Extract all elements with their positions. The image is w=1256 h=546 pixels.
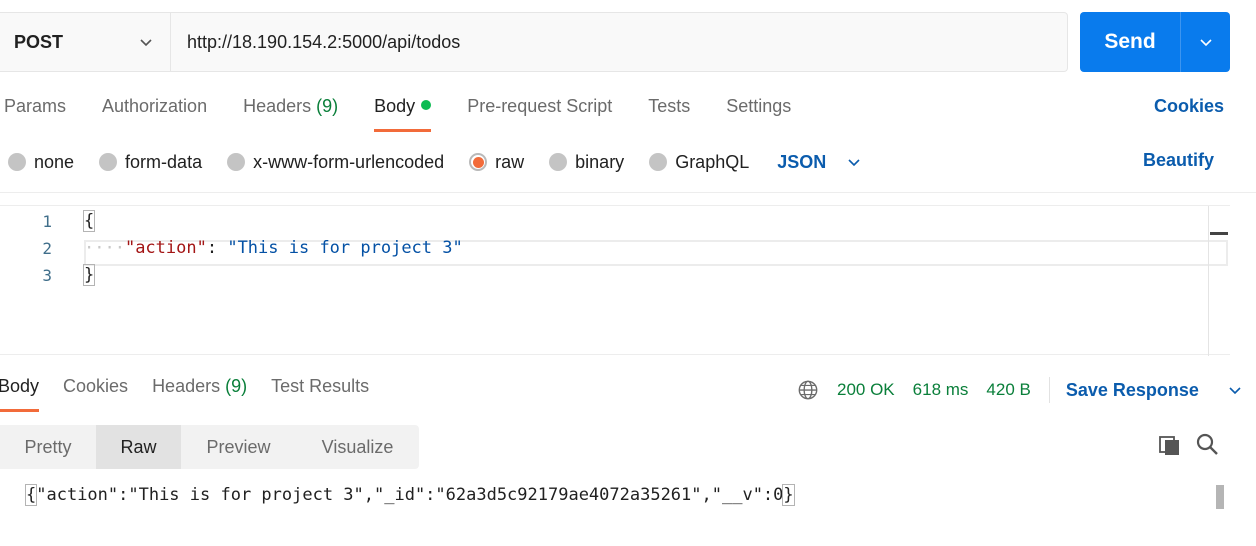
headers-count: (9) [225,376,248,396]
view-mode-raw[interactable]: Raw [96,425,181,469]
radio-circle [649,153,668,171]
cookies-link[interactable]: Cookies [1154,96,1224,117]
view-mode-selector: Pretty Raw Preview Visualize [0,425,419,469]
send-button-group: Send [1080,12,1230,72]
indent-whitespace: ···· [84,238,125,258]
response-scrollbar-thumb[interactable] [1216,485,1224,509]
method-label: POST [14,31,64,52]
method-select[interactable]: POST [0,13,171,71]
json-colon: : [206,238,228,258]
radio-x-www-form-urlencoded[interactable]: x-www-form-urlencoded [227,152,444,173]
radio-none[interactable]: none [8,152,74,173]
request-body-editor[interactable]: 1 2 3 { ····"action": "This is for proje… [0,205,1230,356]
code-area: { ····"action": "This is for project 3" … [82,206,463,306]
radio-form-data[interactable]: form-data [99,152,202,173]
chevron-down-icon [1199,39,1212,47]
response-body-text[interactable]: {"action":"This is for project 3","_id":… [24,484,795,506]
open-brace: { [82,210,96,232]
line-number: 1 [42,212,52,231]
divider [1048,377,1050,403]
line-number: 3 [42,266,52,285]
tab-pre-request-script[interactable]: Pre-request Script [467,88,612,132]
tab-body[interactable]: Body [374,88,432,132]
response-meta: 200 OK 618 ms 420 B Save Response [797,377,1243,403]
chevron-down-icon [1229,387,1241,395]
response-time[interactable]: 618 ms [913,380,969,400]
response-size[interactable]: 420 B [986,380,1030,400]
format-select[interactable]: JSON [777,152,862,173]
headers-count: (9) [316,96,339,116]
editor-scrollbar-track [1208,206,1209,356]
chevron-down-icon [140,39,152,47]
tab-authorization[interactable]: Authorization [102,88,207,132]
chevron-down-icon [848,159,860,167]
tab-tests[interactable]: Tests [648,88,690,132]
tab-response-cookies[interactable]: Cookies [63,368,128,412]
response-tools [1158,432,1232,456]
json-value: "This is for project 3" [227,238,463,258]
view-mode-visualize[interactable]: Visualize [296,425,419,469]
close-brace: } [82,264,96,286]
body-indicator-dot [421,100,432,110]
response-tabs: Body Cookies Headers (9) Test Results [0,368,393,412]
search-icon[interactable] [1195,432,1219,456]
radio-binary[interactable]: binary [549,152,624,173]
radio-raw[interactable]: raw [469,152,524,173]
radio-circle-checked [469,153,488,171]
divider [0,192,1256,193]
radio-circle [227,153,246,171]
send-options-button[interactable] [1181,12,1230,72]
tab-settings[interactable]: Settings [726,88,791,132]
radio-circle [549,153,568,171]
request-tabs: Params Authorization Headers (9) Body Pr… [0,88,827,132]
radio-circle [8,153,26,171]
tab-headers[interactable]: Headers (9) [243,88,338,132]
tab-response-headers[interactable]: Headers (9) [152,368,247,412]
copy-icon[interactable] [1158,432,1182,456]
url-bar: POST [0,12,1068,72]
radio-circle [99,153,118,171]
body-type-options: none form-data x-www-form-urlencoded raw… [8,150,862,174]
status-code[interactable]: 200 OK [837,380,895,400]
tab-response-body[interactable]: Body [0,368,40,412]
radio-graphql[interactable]: GraphQL [649,152,749,173]
line-number: 2 [42,239,52,258]
globe-icon[interactable] [797,379,819,401]
response-json: "action":"This is for project 3","_id":"… [36,485,784,505]
save-response-button[interactable]: Save Response [1066,380,1243,401]
close-brace: } [782,484,795,506]
view-mode-preview[interactable]: Preview [181,425,296,469]
editor-scrollbar-thumb[interactable] [1210,232,1228,235]
beautify-link[interactable]: Beautify [1143,150,1214,171]
open-brace: { [24,484,38,506]
json-key: "action" [124,238,207,258]
tab-test-results[interactable]: Test Results [271,368,369,412]
send-button[interactable]: Send [1080,12,1181,72]
view-mode-pretty[interactable]: Pretty [0,425,96,469]
tab-params[interactable]: Params [4,88,66,132]
url-input[interactable] [171,13,1067,71]
